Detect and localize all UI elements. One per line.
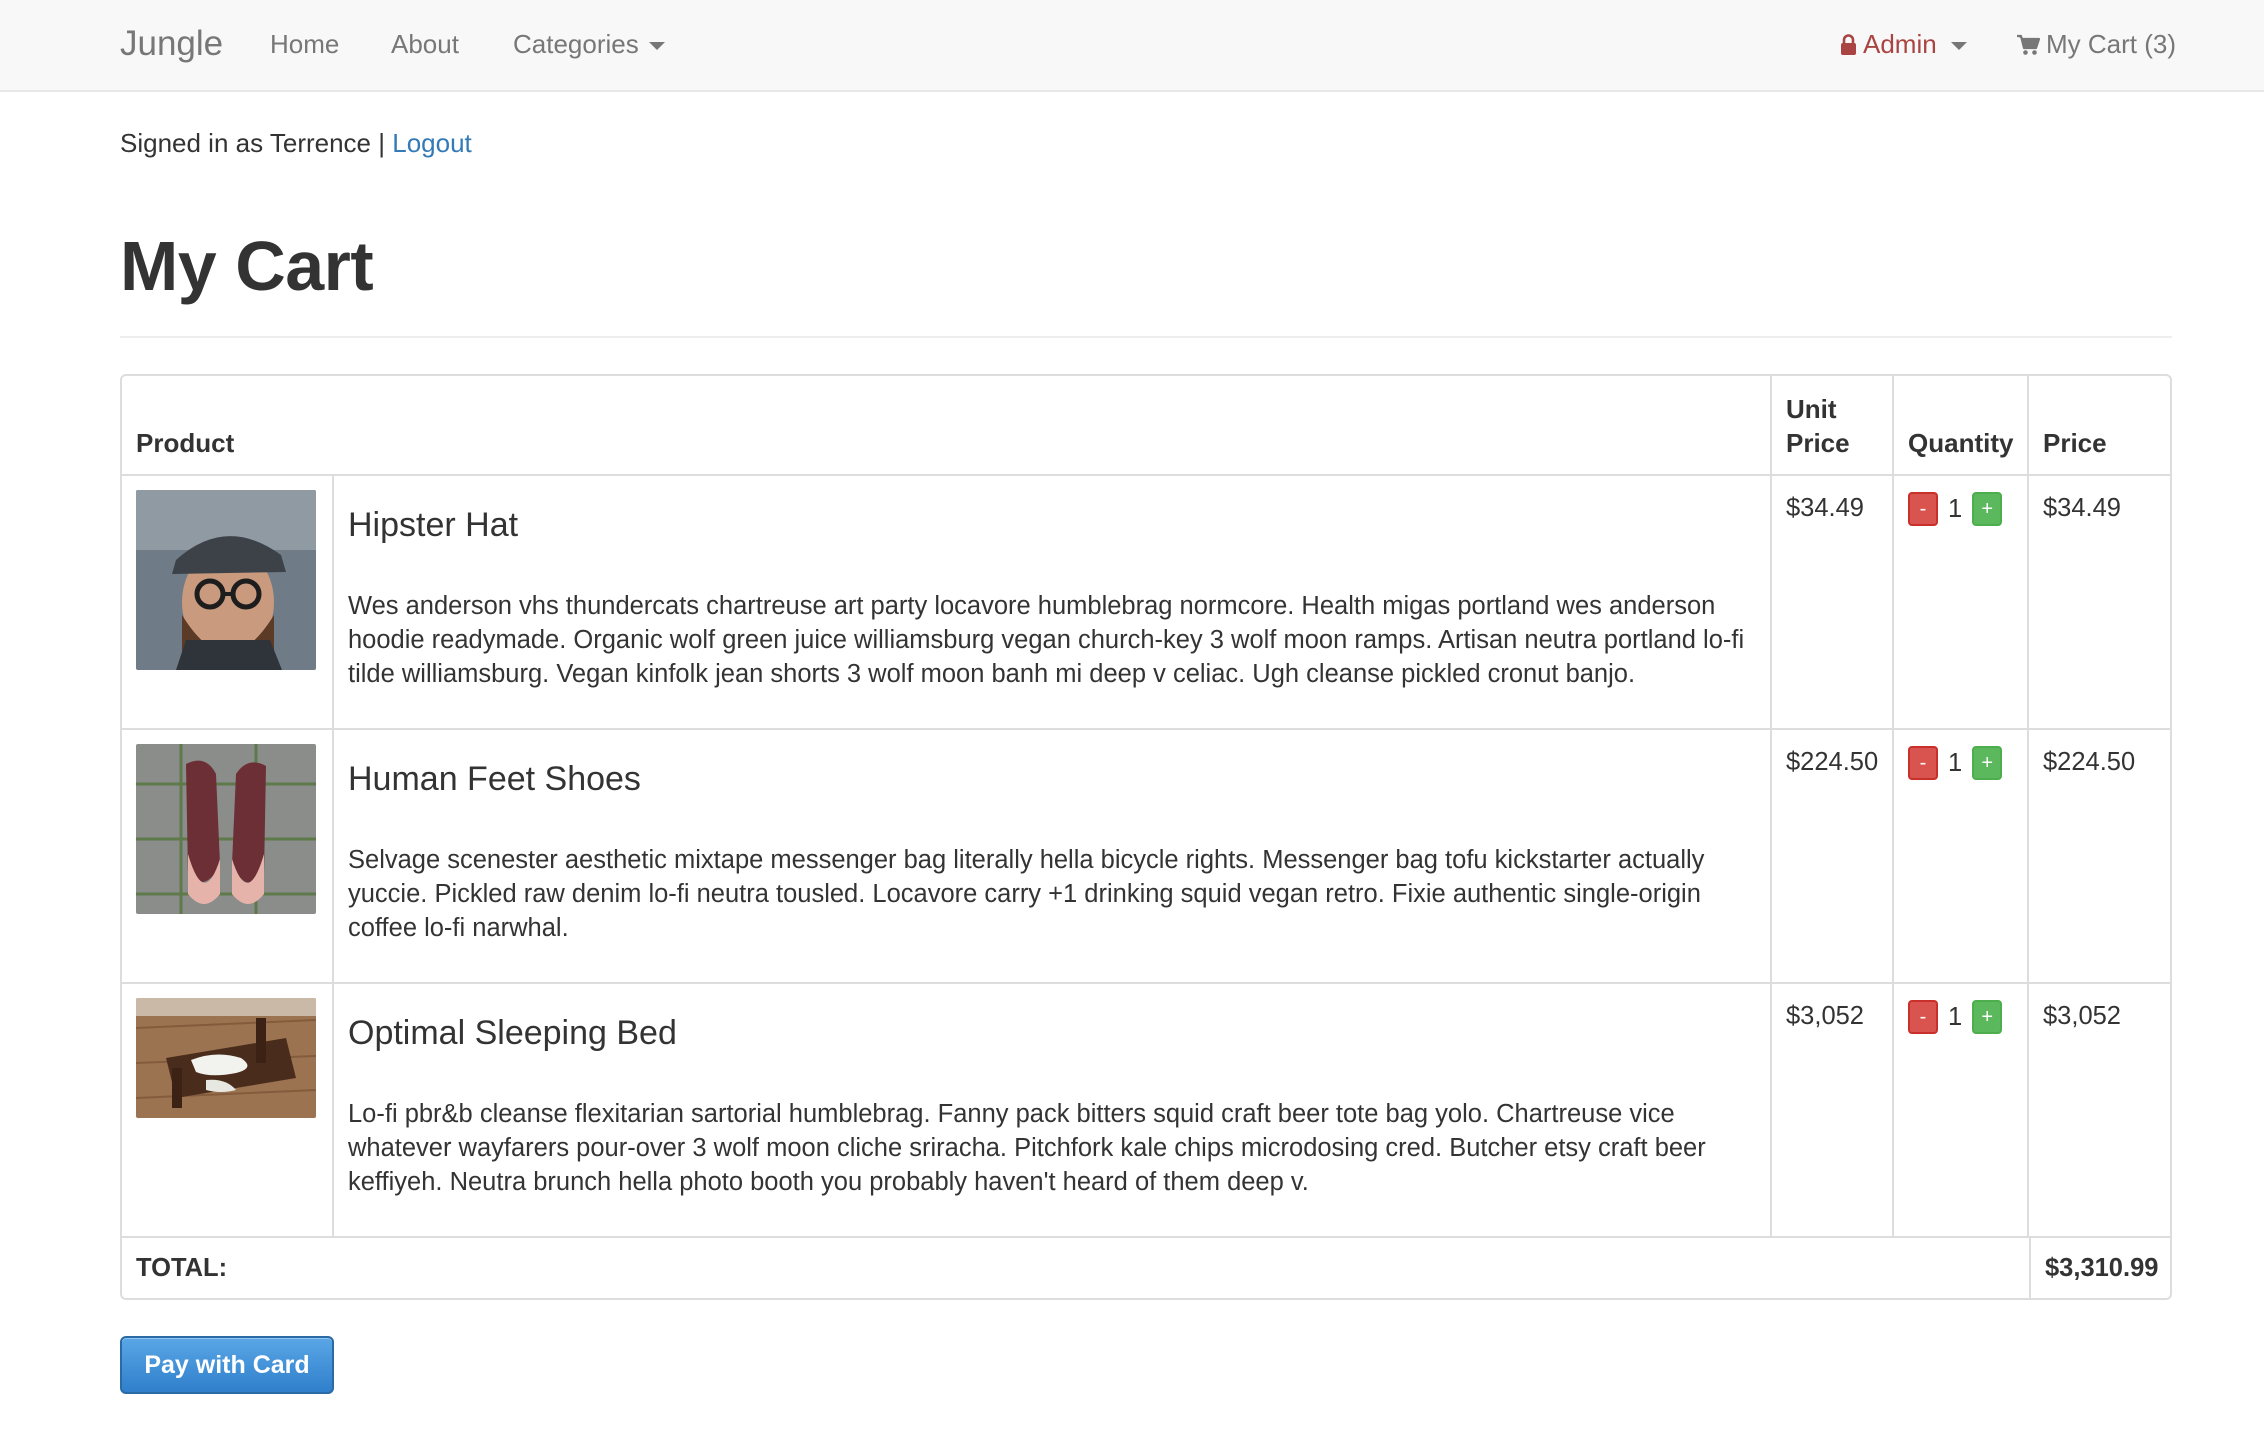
quantity-cell: - 1 + [1892, 984, 2027, 1236]
product-image-cell [122, 476, 332, 728]
product-image[interactable] [136, 744, 316, 914]
decrease-quantity-button[interactable]: - [1908, 746, 1938, 780]
cart-table: Product Unit Price Quantity Price Hipste… [120, 374, 2172, 1300]
product-image[interactable] [136, 998, 316, 1118]
nav-categories-dropdown[interactable]: Categories [513, 29, 665, 60]
table-row: Hipster Hat Wes anderson vhs thundercats… [122, 474, 2170, 728]
increase-quantity-button[interactable]: + [1972, 1000, 2003, 1034]
pay-with-card-button[interactable]: Pay with Card [120, 1336, 334, 1394]
quantity-stepper: - 1 + [1908, 746, 2013, 780]
lock-icon [1841, 34, 1856, 55]
price-cell: $34.49 [2027, 476, 2170, 728]
nav-home-link[interactable]: Home [270, 29, 339, 60]
navbar: Jungle Home About Categories Admin My Ca… [0, 0, 2264, 92]
admin-label: Admin [1863, 29, 1937, 59]
unit-price-cell: $34.49 [1770, 476, 1892, 728]
chevron-down-icon [648, 42, 665, 51]
product-description: Lo-fi pbr&b cleanse flexitarian sartoria… [348, 1100, 1706, 1196]
line-price: $3,052 [2043, 1002, 2121, 1030]
nav-categories-label: Categories [513, 29, 639, 59]
increase-quantity-button[interactable]: + [1972, 492, 2003, 526]
quantity-cell: - 1 + [1892, 730, 2027, 982]
signed-in-status: Signed in as Terrence | Logout [120, 128, 472, 159]
my-cart-link[interactable]: My Cart (3) [2016, 29, 2176, 60]
product-name[interactable]: Human Feet Shoes [348, 760, 1756, 799]
total-value: $3,310.99 [2029, 1238, 2170, 1298]
product-name[interactable]: Hipster Hat [348, 506, 1756, 545]
brand-logo[interactable]: Jungle [120, 24, 223, 64]
quantity-stepper: - 1 + [1908, 492, 2013, 526]
quantity-value: 1 [1948, 1002, 1963, 1031]
product-description: Selvage scenester aesthetic mixtape mess… [348, 846, 1705, 942]
price-cell: $224.50 [2027, 730, 2170, 982]
unit-price: $224.50 [1786, 748, 1879, 776]
increase-quantity-button[interactable]: + [1972, 746, 2003, 780]
my-cart-label: My Cart (3) [2046, 29, 2176, 59]
product-image[interactable] [136, 490, 316, 670]
product-details: Hipster Hat Wes anderson vhs thundercats… [332, 476, 1770, 728]
cart-icon [2017, 34, 2040, 55]
quantity-value: 1 [1948, 748, 1963, 777]
quantity-stepper: - 1 + [1908, 1000, 2013, 1034]
divider [120, 336, 2172, 338]
page-title: My Cart [120, 227, 374, 305]
header-quantity: Quantity [1892, 376, 2027, 474]
admin-dropdown[interactable]: Admin [1840, 29, 1967, 60]
product-image-cell [122, 730, 332, 982]
total-label: TOTAL: [136, 1253, 228, 1282]
decrease-quantity-button[interactable]: - [1908, 1000, 1938, 1034]
unit-price: $3,052 [1786, 1002, 1864, 1030]
decrease-quantity-button[interactable]: - [1908, 492, 1938, 526]
header-unit-price: Unit Price [1770, 376, 1892, 474]
product-name[interactable]: Optimal Sleeping Bed [348, 1014, 1756, 1053]
product-image-cell [122, 984, 332, 1236]
total-row: TOTAL: $3,310.99 [122, 1236, 2170, 1298]
nav-about-link[interactable]: About [391, 29, 459, 60]
table-header-row: Product Unit Price Quantity Price [122, 376, 2170, 474]
logout-link[interactable]: Logout [392, 128, 472, 158]
signed-in-text: Signed in as Terrence | [120, 128, 385, 158]
quantity-value: 1 [1948, 494, 1963, 523]
table-row: Optimal Sleeping Bed Lo-fi pbr&b cleanse… [122, 982, 2170, 1236]
price-cell: $3,052 [2027, 984, 2170, 1236]
product-details: Human Feet Shoes Selvage scenester aesth… [332, 730, 1770, 982]
header-price: Price [2027, 376, 2170, 474]
unit-price: $34.49 [1786, 494, 1864, 522]
chevron-down-icon [1950, 42, 1967, 51]
line-price: $34.49 [2043, 494, 2121, 522]
unit-price-cell: $3,052 [1770, 984, 1892, 1236]
quantity-cell: - 1 + [1892, 476, 2027, 728]
product-details: Optimal Sleeping Bed Lo-fi pbr&b cleanse… [332, 984, 1770, 1236]
header-product: Product [136, 428, 235, 458]
line-price: $224.50 [2043, 748, 2136, 776]
unit-price-cell: $224.50 [1770, 730, 1892, 982]
table-row: Human Feet Shoes Selvage scenester aesth… [122, 728, 2170, 982]
product-description: Wes anderson vhs thundercats chartreuse … [348, 592, 1745, 688]
